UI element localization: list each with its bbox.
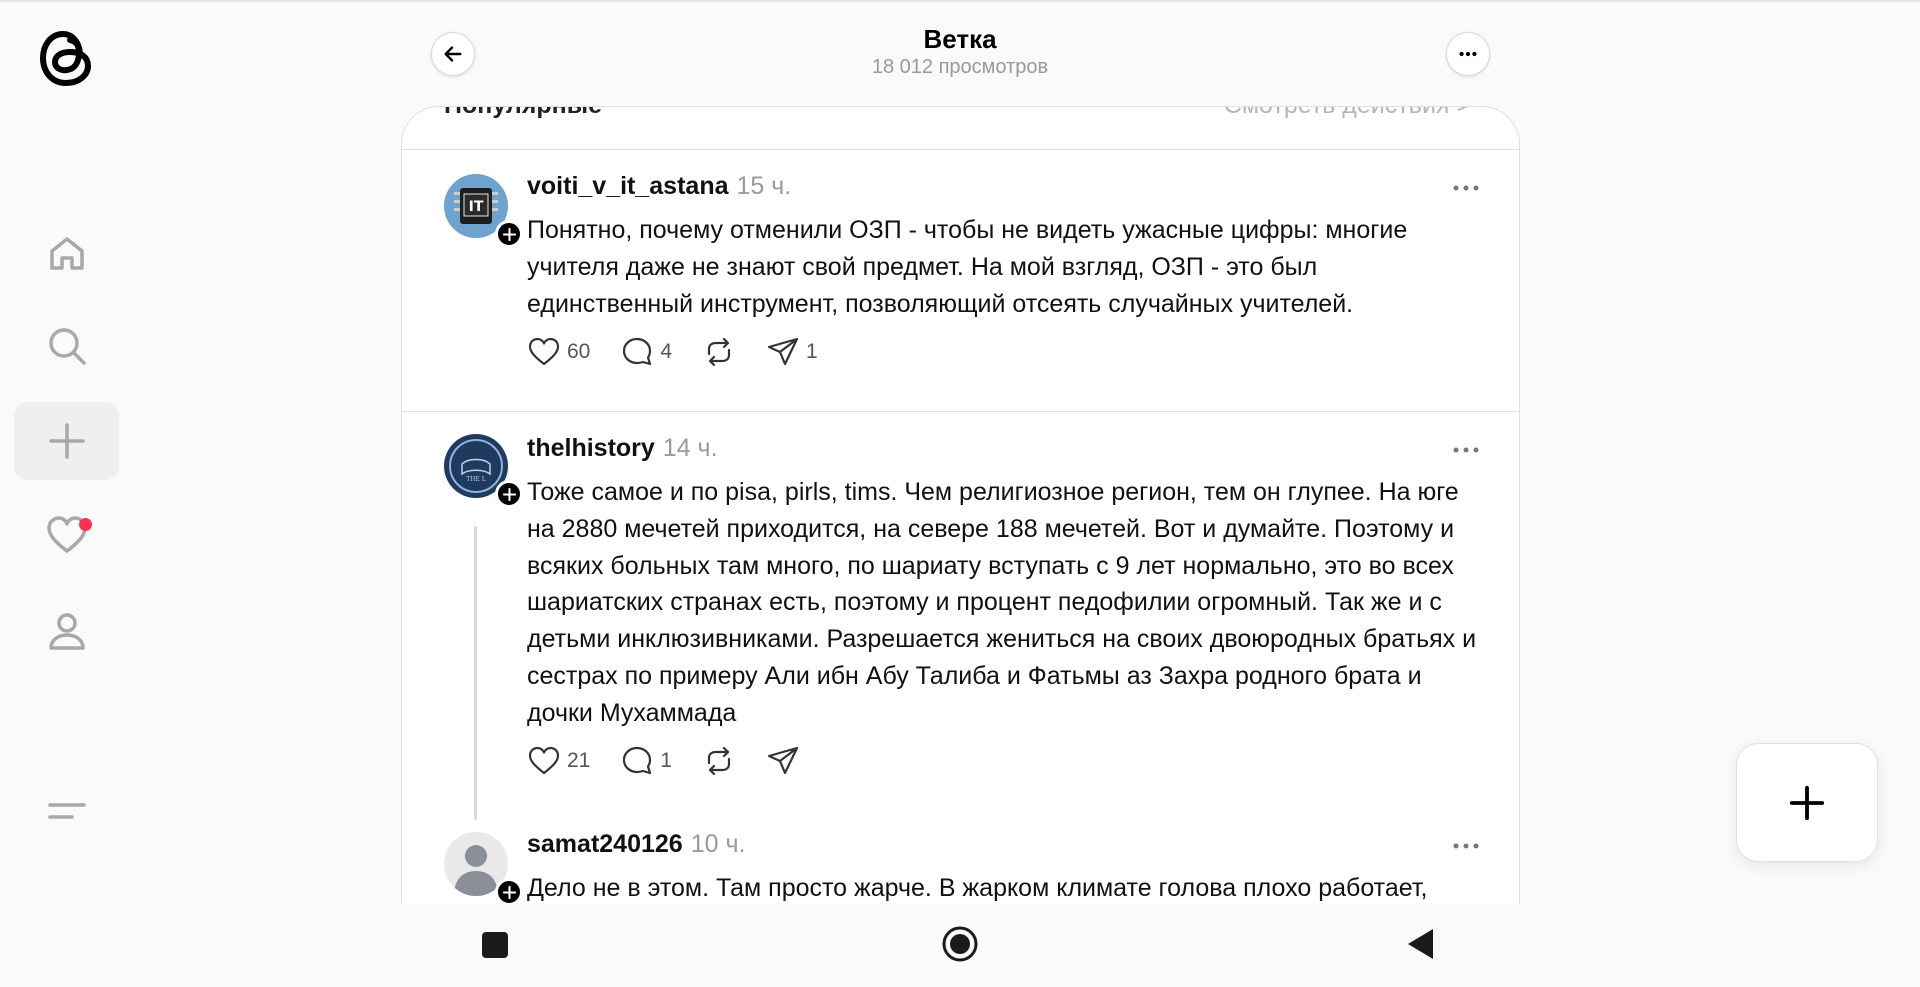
follow-plus-icon[interactable] xyxy=(495,220,523,248)
nav-search[interactable] xyxy=(14,307,119,385)
send-icon xyxy=(767,337,799,366)
nav-profile[interactable] xyxy=(14,592,119,670)
reply-count: 1 xyxy=(660,749,673,772)
page-title: Ветка xyxy=(923,24,997,54)
nav-activity[interactable] xyxy=(14,496,119,574)
follow-plus-icon[interactable] xyxy=(495,878,523,906)
svg-text:IT: IT xyxy=(469,199,484,215)
post-more-icon[interactable] xyxy=(1451,445,1481,455)
reply-button[interactable]: 4 xyxy=(620,335,672,369)
post-time: 15 ч. xyxy=(736,172,792,200)
post-text: Понятно, почему отменили ОЗП - чтобы не … xyxy=(527,216,1408,318)
post-author[interactable]: voiti_v_it_astana 15 ч. xyxy=(527,172,791,201)
back-triangle-icon[interactable] xyxy=(1406,928,1434,960)
post: IT voiti_v_it_astana 15 ч. Понятно, почем… xyxy=(402,150,1519,420)
like-button[interactable]: 60 xyxy=(527,335,590,369)
post-actions: 60 4 1 xyxy=(527,334,848,370)
repost-icon xyxy=(707,337,731,367)
plus-icon xyxy=(48,423,85,459)
like-count: 60 xyxy=(567,340,591,363)
follow-plus-icon[interactable] xyxy=(495,480,523,508)
username[interactable]: voiti_v_it_astana xyxy=(527,172,729,200)
username[interactable]: thelhistory xyxy=(527,434,655,462)
nav-create[interactable] xyxy=(14,402,119,480)
like-button[interactable]: 21 xyxy=(527,744,590,778)
nav-menu[interactable] xyxy=(14,773,119,851)
reply-button[interactable]: 1 xyxy=(620,744,672,778)
share-count: 1 xyxy=(806,340,818,363)
heart-icon xyxy=(528,746,560,775)
post-more-icon[interactable] xyxy=(1451,841,1481,851)
share-button[interactable] xyxy=(766,744,800,778)
view-activity-link[interactable]: Смотреть действия > xyxy=(1224,107,1471,120)
post-time: 10 ч. xyxy=(690,830,746,858)
plus-icon xyxy=(1789,785,1825,820)
back-button[interactable] xyxy=(431,32,475,76)
thread-feed: Популярные Смотреть действия > IT voiti_… xyxy=(401,106,1520,907)
post-actions: 21 1 xyxy=(527,743,830,779)
post-time: 14 ч. xyxy=(662,434,718,462)
repost-button[interactable] xyxy=(702,744,736,778)
post: samat240126 10 ч. Дело не в этом. Там про… xyxy=(402,822,1519,907)
new-thread-button[interactable] xyxy=(1736,743,1878,862)
views-count: 18 012 просмотров xyxy=(871,56,1049,78)
threads-logo-icon[interactable] xyxy=(36,26,96,90)
home-icon xyxy=(49,237,84,270)
share-button[interactable]: 1 xyxy=(766,335,818,369)
system-nav-bar xyxy=(0,903,1920,987)
sort-bar: Популярные Смотреть действия > xyxy=(402,107,1519,150)
repost-button[interactable] xyxy=(702,335,736,369)
more-icon xyxy=(1459,51,1477,57)
search-icon xyxy=(48,328,86,365)
top-edge xyxy=(0,0,1920,2)
post-text: Тоже самое и по pisa, pirls, tims. Чем р… xyxy=(527,478,1477,727)
notification-dot xyxy=(79,518,92,531)
repost-icon xyxy=(707,746,731,776)
svg-text:THE L: THE L xyxy=(466,476,486,483)
thread-line xyxy=(474,526,477,820)
profile-icon xyxy=(48,613,85,650)
send-icon xyxy=(767,746,799,775)
like-count: 21 xyxy=(567,749,591,772)
post-author[interactable]: samat240126 10 ч. xyxy=(527,830,745,859)
recents-icon[interactable] xyxy=(481,931,509,959)
nav-home[interactable] xyxy=(14,214,119,292)
home-circle-icon[interactable] xyxy=(941,925,979,963)
sort-popular[interactable]: Популярные xyxy=(444,107,602,120)
username[interactable]: samat240126 xyxy=(527,830,683,858)
menu-icon xyxy=(47,803,86,819)
heart-icon xyxy=(528,337,560,366)
arrow-left-icon xyxy=(444,46,462,62)
post-text: Дело не в этом. Там просто жарче. В жарк… xyxy=(527,874,1428,902)
post-author[interactable]: thelhistory 14 ч. xyxy=(527,434,718,463)
more-options-button[interactable] xyxy=(1446,32,1490,76)
reply-count: 4 xyxy=(660,340,673,363)
comment-icon xyxy=(623,746,652,775)
post: THE L thelhistory 14 ч. Тоже самое и по p… xyxy=(402,412,1519,822)
comment-icon xyxy=(623,337,652,366)
post-more-icon[interactable] xyxy=(1451,183,1481,193)
